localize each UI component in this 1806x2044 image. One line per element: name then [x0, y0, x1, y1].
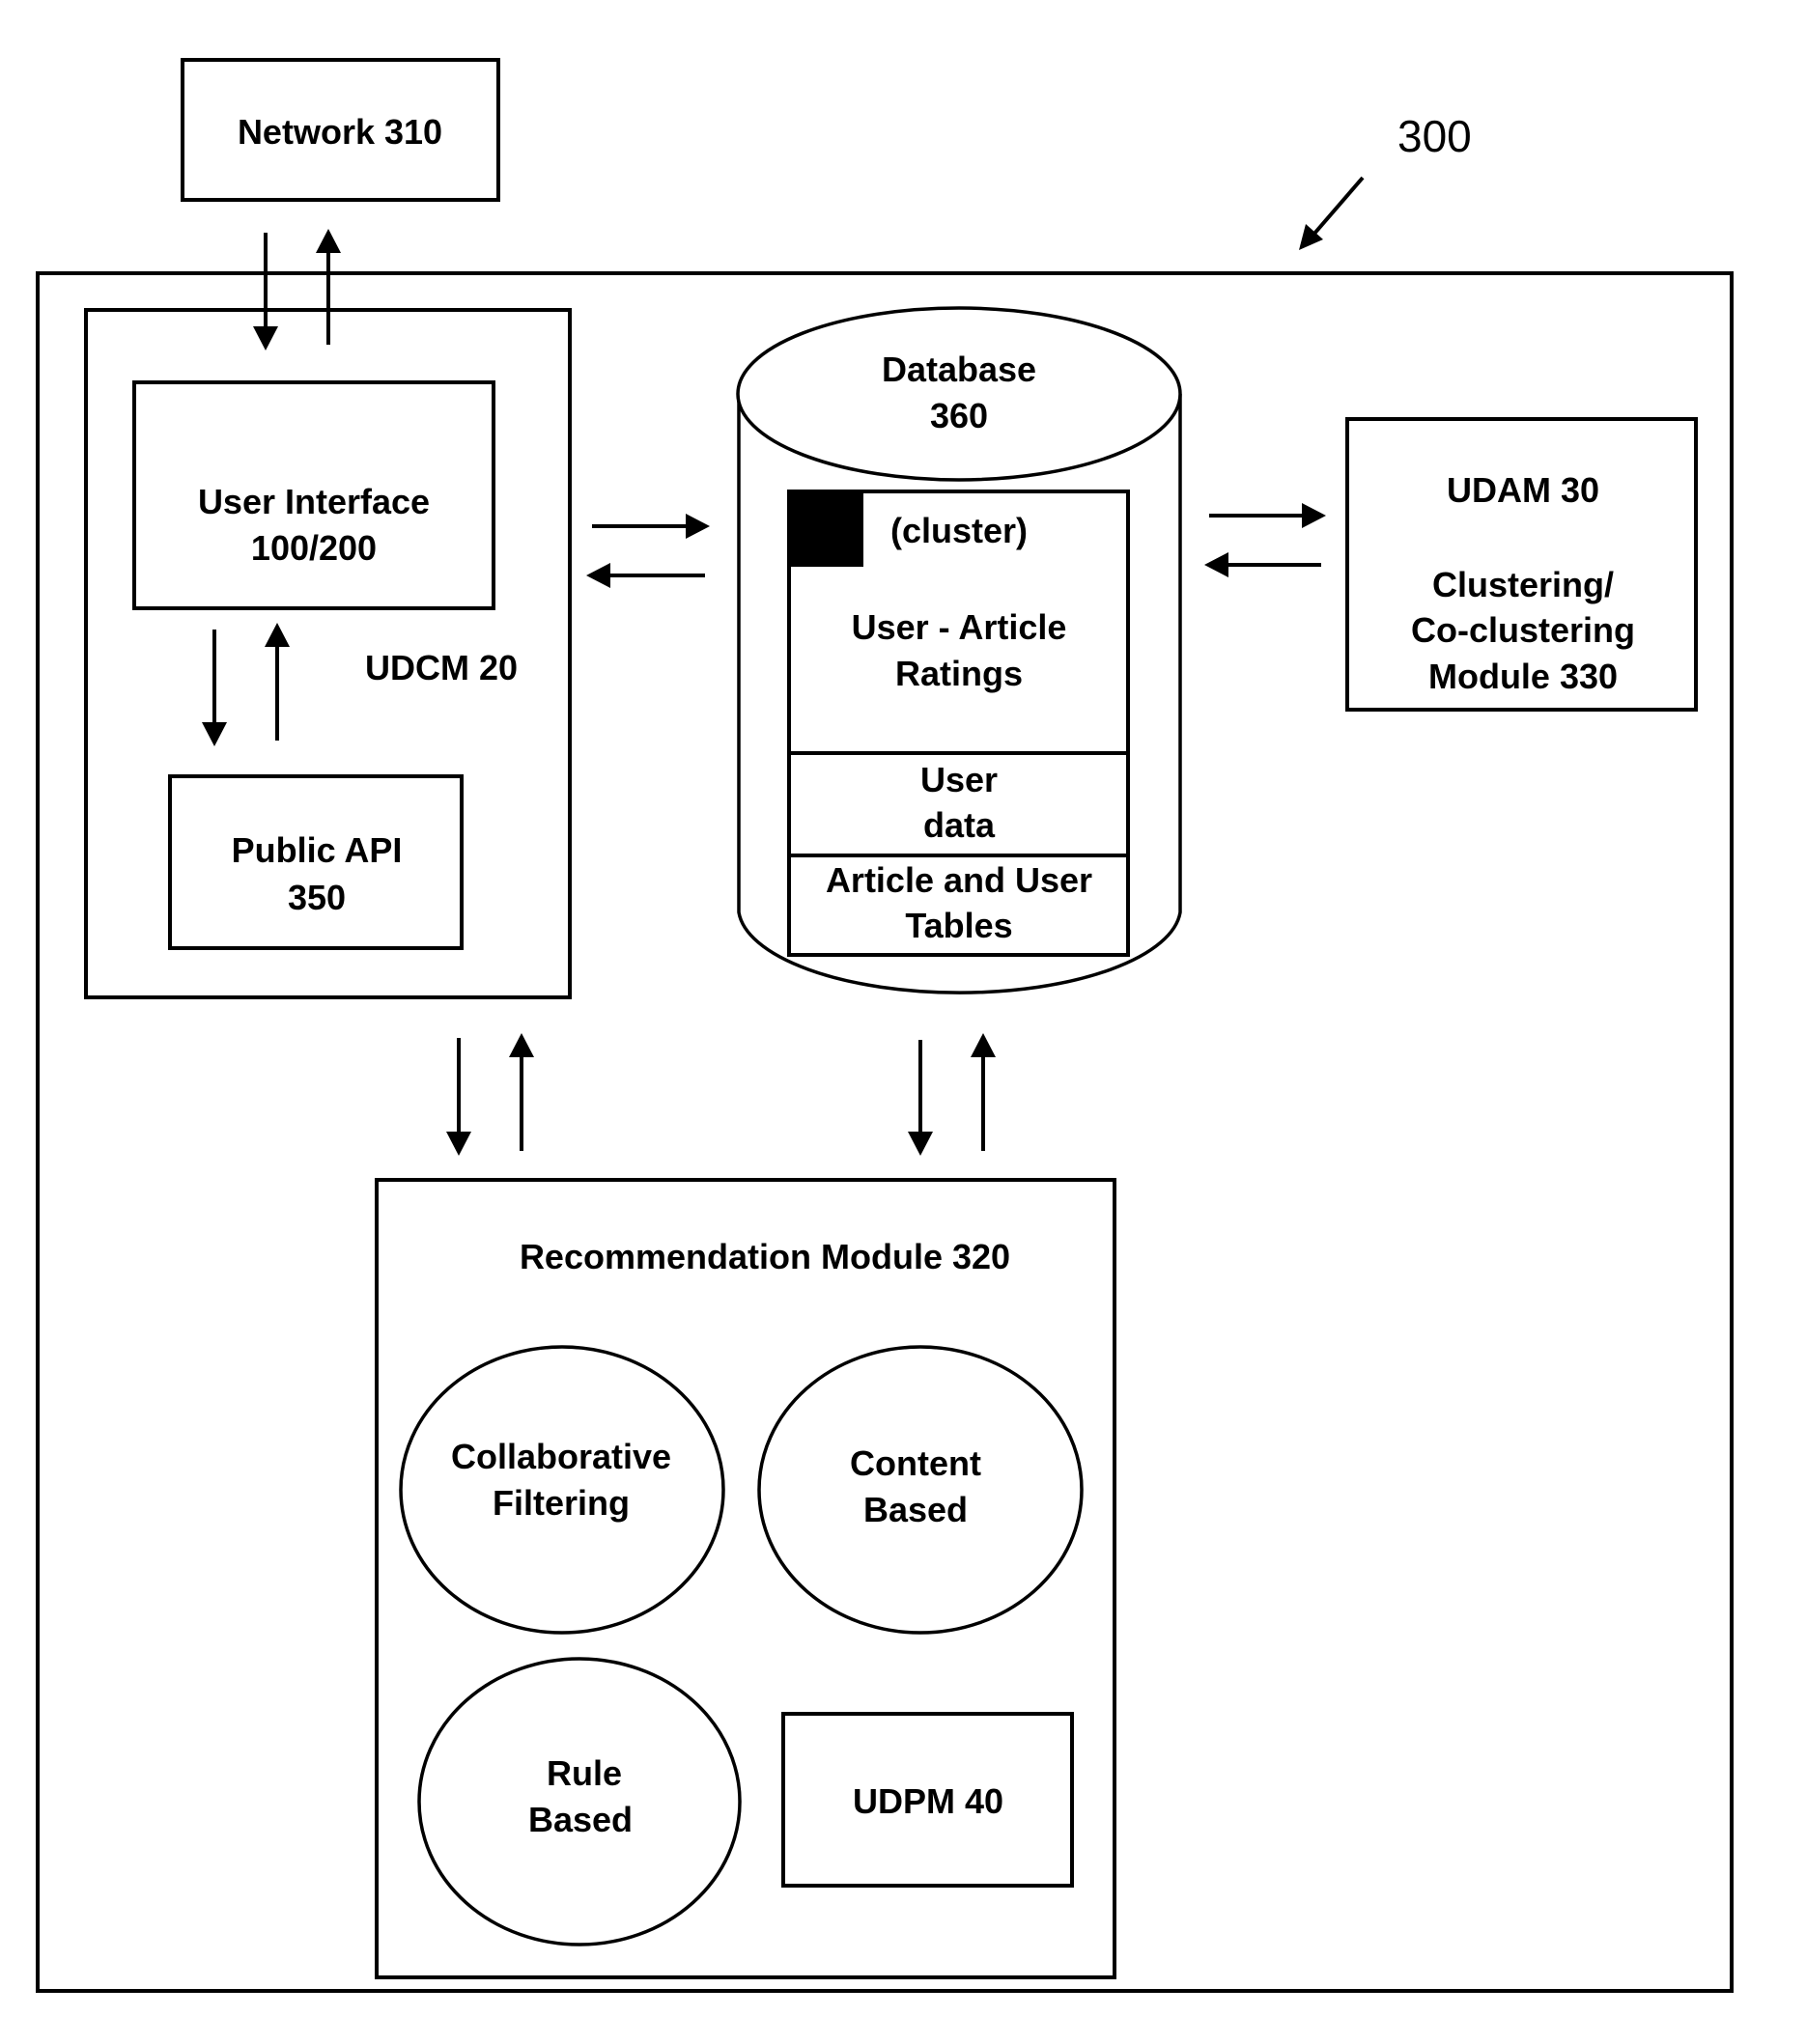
user-data-label-line1: User: [920, 760, 998, 799]
ratings-label-line2: Ratings: [895, 654, 1023, 693]
collaborative-label-line2: Filtering: [493, 1483, 630, 1523]
database-title-line2: 360: [930, 396, 988, 435]
udcm-label: UDCM 20: [365, 648, 518, 687]
cluster-label: (cluster): [890, 511, 1028, 550]
recommendation-title: Recommendation Module 320: [520, 1237, 1010, 1276]
ratings-label-line1: User - Article: [852, 607, 1067, 647]
udam-label-line4: Module 330: [1428, 657, 1618, 696]
tables-label-line2: Tables: [905, 906, 1012, 945]
arrow-database-to-udcm: [586, 563, 705, 588]
user-interface-label-line2: 100/200: [251, 528, 377, 568]
system-diagram: 300 Network 310 UDCM 20 User Interface 1…: [36, 58, 1734, 1993]
database-title-line1: Database: [882, 350, 1036, 389]
reference-pointer-arrow: [1299, 176, 1365, 250]
tables-label-line1: Article and User: [826, 860, 1092, 900]
cluster-marker-square: [789, 491, 863, 567]
collaborative-label-line1: Collaborative: [451, 1437, 671, 1476]
network-label: Network 310: [238, 112, 442, 152]
arrow-recommendation-to-udcm: [509, 1033, 534, 1151]
user-interface-label-line1: User Interface: [198, 482, 430, 521]
arrow-database-to-recommendation: [908, 1040, 933, 1156]
udpm-label: UDPM 40: [853, 1781, 1003, 1821]
user-data-label-line2: data: [923, 805, 996, 845]
public-api-label-line2: 350: [288, 878, 346, 917]
network-box[interactable]: Network 310: [181, 58, 500, 202]
content-label-line2: Based: [863, 1490, 968, 1529]
udpm-box[interactable]: UDPM 40: [781, 1712, 1074, 1888]
arrow-udcm-to-database: [592, 514, 710, 539]
arrow-recommendation-to-database: [971, 1033, 996, 1151]
rule-label-line1: Rule: [547, 1753, 622, 1793]
arrow-udcm-to-recommendation: [446, 1038, 471, 1156]
udam-label-line1: UDAM 30: [1447, 470, 1599, 510]
rule-label-line2: Based: [528, 1800, 633, 1839]
udam-label-line2: Clustering/: [1432, 565, 1614, 604]
user-interface-box[interactable]: User Interface 100/200: [132, 380, 495, 610]
content-label-line1: Content: [850, 1443, 981, 1483]
public-api-box[interactable]: Public API 350: [168, 774, 464, 950]
arrow-udam-to-database: [1204, 552, 1321, 577]
database-table: (cluster) User - Article Ratings User da…: [787, 490, 1130, 957]
arrow-database-to-udam: [1209, 503, 1326, 528]
udam-box[interactable]: UDAM 30 Clustering/ Co-clustering Module…: [1345, 417, 1698, 712]
udam-label-line3: Co-clustering: [1411, 610, 1635, 650]
reference-label-300: 300: [1397, 111, 1472, 161]
public-api-label-line1: Public API: [232, 830, 403, 870]
